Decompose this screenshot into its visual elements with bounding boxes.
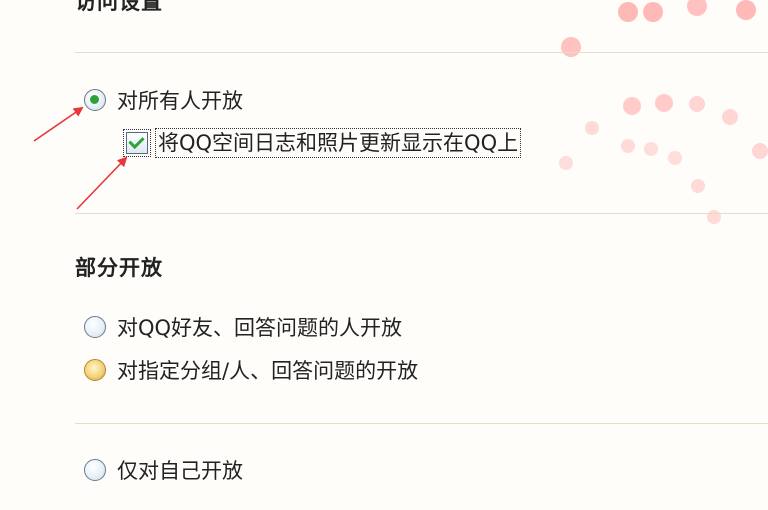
privacy-settings-page: 访问设置 对所有人开放 将QQ空间日志和照片更新显示在QQ上 部分开放 对QQ好… [0,0,768,510]
red-arrow-icon [33,106,128,210]
